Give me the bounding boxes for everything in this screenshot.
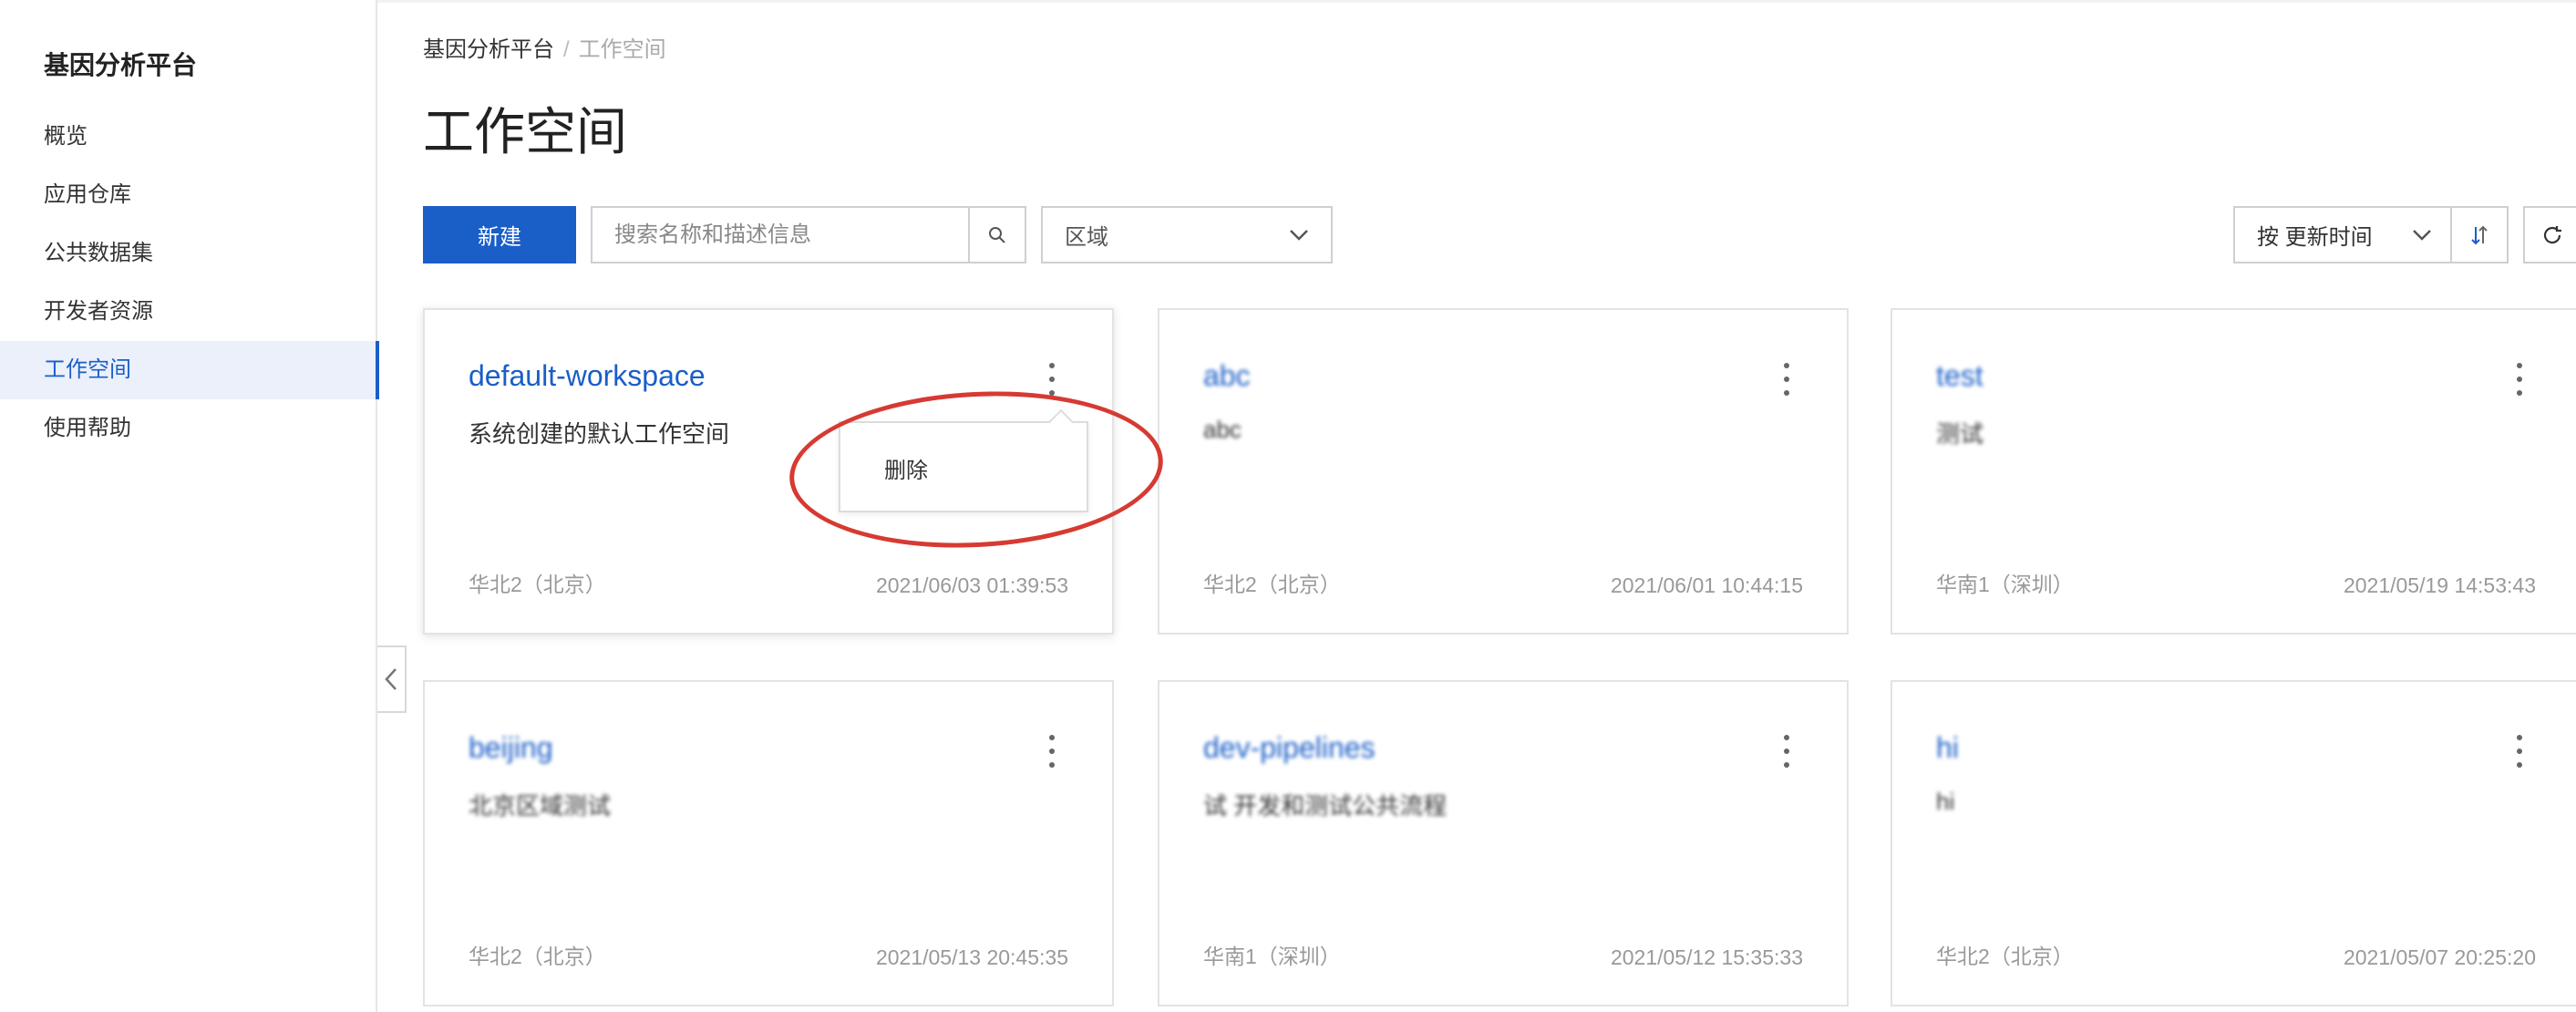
workspace-description: 测试	[1936, 420, 1984, 448]
workspace-description: abc	[1203, 416, 1242, 443]
more-options-icon[interactable]	[2509, 363, 2530, 396]
sidebar-item-help[interactable]: 使用帮助	[0, 399, 377, 458]
more-options-icon[interactable]	[2509, 735, 2530, 768]
breadcrumb-separator: /	[563, 37, 570, 62]
workspace-region: 华北2（北京）	[469, 573, 606, 596]
more-options-icon[interactable]	[1776, 363, 1798, 396]
sort-select[interactable]: 按 更新时间	[2233, 206, 2452, 263]
workspace-description: 系统创建的默认工作空间	[469, 420, 730, 448]
app-title: 基因分析平台	[44, 51, 198, 79]
workspace-name[interactable]: abc	[1203, 359, 1251, 393]
workspace-updated-time: 2021/05/13 20:45:35	[875, 945, 1068, 969]
breadcrumb-root[interactable]: 基因分析平台	[423, 37, 554, 62]
workspace-name[interactable]: beijing	[469, 731, 553, 765]
page-title: 工作空间	[423, 103, 627, 160]
top-border	[0, 0, 2576, 3]
sidebar: 基因分析平台 概览 应用仓库 公共数据集 开发者资源 工作空间 使用帮助	[0, 0, 379, 1012]
chevron-down-icon	[1290, 229, 1308, 241]
search-input[interactable]	[592, 208, 968, 262]
workspace-name[interactable]: test	[1936, 359, 1984, 393]
sidebar-item-workspace[interactable]: 工作空间	[0, 341, 379, 399]
sort-order-icon	[2471, 225, 2488, 244]
workspace-name[interactable]: dev-pipelines	[1203, 731, 1376, 765]
sidebar-item-overview[interactable]: 概览	[0, 108, 377, 166]
workspace-description: hi	[1936, 788, 1955, 815]
sidebar-item-app-repository[interactable]: 应用仓库	[0, 166, 377, 224]
workspace-updated-time: 2021/05/07 20:25:20	[2343, 945, 2536, 969]
workspace-updated-time: 2021/06/03 01:39:53	[875, 573, 1068, 597]
search-box	[591, 206, 1026, 263]
region-select-value: 区域	[1065, 225, 1108, 250]
more-options-icon[interactable]	[1776, 735, 1798, 768]
search-icon	[989, 226, 1005, 243]
sidebar-nav: 概览 应用仓库 公共数据集 开发者资源 工作空间 使用帮助	[0, 108, 379, 458]
workspace-card[interactable]: test 测试 华南1（深圳） 2021/05/19 14:53:43	[1891, 308, 2576, 635]
refresh-button[interactable]	[2523, 206, 2576, 263]
workspace-card[interactable]: dev-pipelines 试 开发和测试公共流程 华南1（深圳） 2021/0…	[1158, 680, 1849, 1007]
more-options-icon[interactable]	[1041, 363, 1063, 396]
workspace-region: 华南1（深圳）	[1203, 945, 1341, 968]
workspace-name[interactable]: default-workspace	[469, 359, 706, 393]
workspace-region: 华北2（北京）	[469, 945, 606, 968]
workspace-card[interactable]: beijing 北京区域测试 华北2（北京） 2021/05/13 20:45:…	[423, 680, 1114, 1007]
breadcrumb: 基因分析平台 / 工作空间	[423, 31, 666, 63]
breadcrumb-current: 工作空间	[578, 37, 666, 62]
more-options-icon[interactable]	[1041, 735, 1063, 768]
chevron-down-icon	[2413, 229, 2431, 241]
workspace-description: 试 开发和测试公共流程	[1203, 792, 1448, 820]
sort-select-value: 按 更新时间	[2257, 225, 2373, 250]
workspace-card[interactable]: hi hi 华北2（北京） 2021/05/07 20:25:20	[1891, 680, 2576, 1007]
sidebar-item-developer-resources[interactable]: 开发者资源	[0, 283, 377, 341]
workspace-updated-time: 2021/06/01 10:44:15	[1610, 573, 1803, 597]
sidebar-item-public-datasets[interactable]: 公共数据集	[0, 224, 377, 283]
region-select[interactable]: 区域	[1041, 206, 1333, 263]
refresh-icon	[2543, 225, 2561, 243]
workspace-updated-time: 2021/05/19 14:53:43	[2343, 573, 2536, 597]
sort-order-button[interactable]	[2450, 206, 2509, 263]
new-workspace-button[interactable]: 新建	[423, 206, 576, 263]
sidebar-collapse-button[interactable]	[377, 645, 407, 713]
workspace-name[interactable]: hi	[1936, 731, 1959, 765]
chevron-left-icon	[385, 668, 397, 690]
workspace-card[interactable]: abc abc 华北2（北京） 2021/06/01 10:44:15	[1158, 308, 1849, 635]
workspace-region: 华北2（北京）	[1203, 573, 1341, 596]
workspace-updated-time: 2021/05/12 15:35:33	[1610, 945, 1803, 969]
workspace-description: 北京区域测试	[469, 792, 612, 820]
workspace-region: 华南1（深圳）	[1936, 573, 2074, 596]
workspace-region: 华北2（北京）	[1936, 945, 2074, 968]
search-button[interactable]	[968, 208, 1025, 262]
